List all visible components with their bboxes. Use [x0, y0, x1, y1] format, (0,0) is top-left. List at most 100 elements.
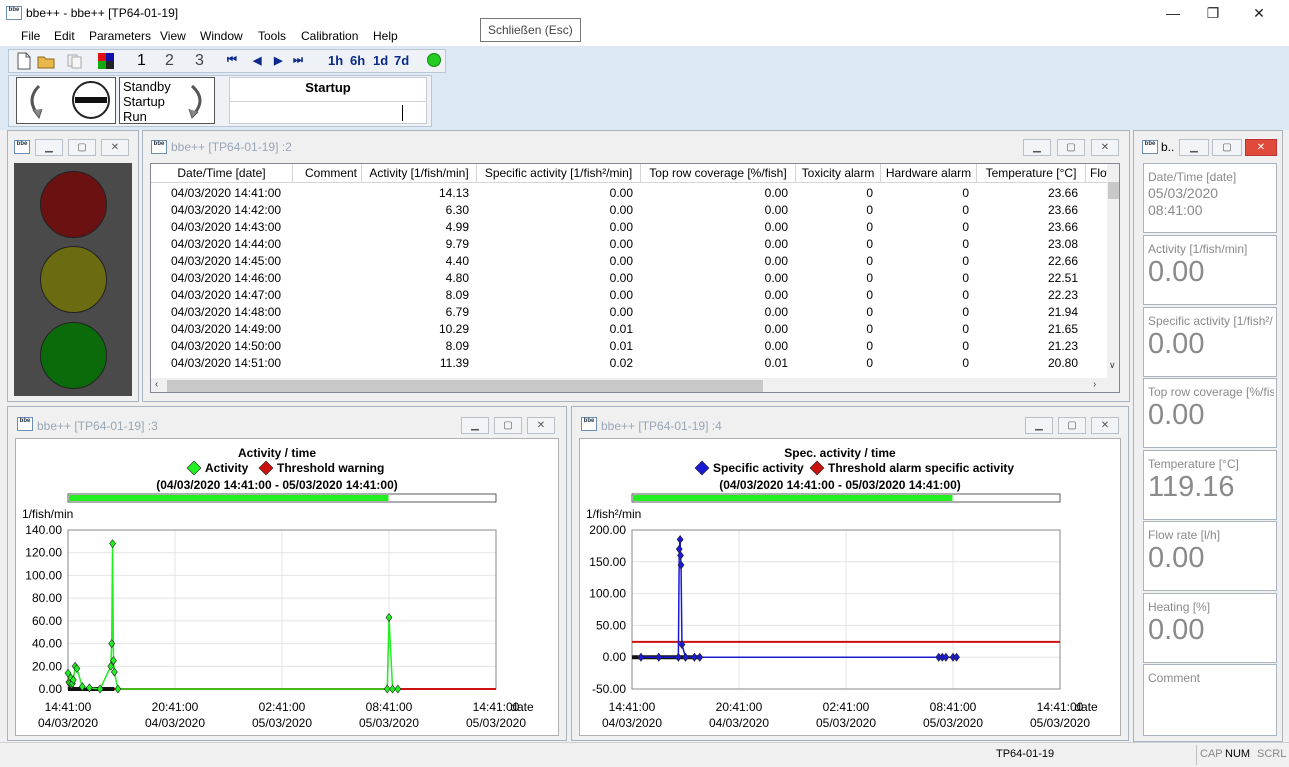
legend-label: Activity	[205, 461, 249, 475]
close-button[interactable]: ✕	[1091, 139, 1119, 156]
scroll-left-icon[interactable]: ‹	[155, 379, 158, 390]
close-button[interactable]: ✕	[101, 139, 129, 156]
horizontal-scroll-thumb[interactable]	[167, 380, 763, 392]
date-range-label: (04/03/2020 14:41:00 - 05/03/2020 14:41:…	[719, 478, 961, 492]
table-cell: 0	[962, 203, 969, 217]
column-header[interactable]: Date/Time [date]	[151, 164, 293, 183]
range-1d-button[interactable]: 1d	[373, 53, 388, 68]
restore-button[interactable]: ▢	[1058, 417, 1086, 434]
menu-window[interactable]: Window	[200, 29, 243, 43]
restore-button[interactable]: ▢	[494, 417, 522, 434]
activity-chart-panel[interactable]: Activity / time Activity Threshold warning…	[15, 438, 559, 736]
restore-button[interactable]: ▢	[68, 139, 96, 156]
last-button[interactable]: ⏭	[293, 54, 303, 67]
range-6h-button[interactable]: 6h	[350, 53, 365, 68]
x-tick-date: 04/03/2020	[709, 716, 769, 730]
table-cell	[293, 253, 354, 270]
y-tick-label: 200.00	[589, 523, 626, 537]
open-folder-icon[interactable]	[37, 53, 55, 69]
menu-edit[interactable]: Edit	[54, 29, 75, 43]
new-file-icon[interactable]	[16, 52, 32, 70]
table-cell: 0.01	[609, 322, 633, 336]
close-button[interactable]: ✕	[1091, 417, 1119, 434]
y-tick-label: 150.00	[589, 555, 626, 569]
column-header[interactable]: Comment	[293, 164, 362, 183]
color-palette-icon[interactable]	[97, 52, 115, 70]
column-header[interactable]: Top row coverage [%/fish]	[641, 164, 796, 183]
close-button[interactable]: ✕	[1245, 139, 1277, 156]
vertical-scroll-thumb[interactable]	[1108, 182, 1119, 199]
menu-parameters[interactable]: Parameters	[89, 29, 151, 43]
rotate-arrow-icon	[188, 84, 202, 119]
data-point	[942, 652, 950, 662]
window-icon: bbe	[17, 417, 33, 431]
view-3-button[interactable]: 3	[195, 52, 204, 70]
y-tick-label: 20.00	[32, 659, 62, 673]
data-point	[676, 535, 684, 545]
restore-button[interactable]: ▢	[1212, 139, 1242, 156]
table-cell: 4.80	[445, 271, 469, 285]
minimize-button[interactable]: ▁	[461, 417, 489, 434]
legend-marker	[186, 460, 202, 476]
copy-icon[interactable]	[66, 53, 84, 69]
field-datetime: Date/Time [date] 05/03/2020 08:41:00	[1143, 163, 1277, 233]
menu-calibration[interactable]: Calibration	[301, 29, 358, 43]
legend-marker	[694, 460, 710, 476]
restore-button[interactable]: ▢	[1057, 139, 1085, 156]
table-cell: 0	[962, 254, 969, 268]
minimize-button[interactable]: ▁	[1023, 139, 1051, 156]
range-7d-button[interactable]: 7d	[394, 53, 409, 68]
maximize-button[interactable]: ❐	[1190, 0, 1236, 26]
x-tick-date: 04/03/2020	[38, 716, 98, 730]
table-cell: 0.00	[764, 237, 788, 251]
table-cell: 0	[866, 220, 873, 234]
column-header[interactable]: Hardware alarm	[881, 164, 977, 183]
spec-activity-chart-panel[interactable]: Spec. activity / time Specific activity Th…	[579, 438, 1121, 736]
column-header[interactable]: Temperature [°C]	[977, 164, 1086, 183]
menu-file[interactable]: File	[21, 29, 40, 43]
y-axis-label: 1/fish²/min	[586, 507, 641, 521]
connection-status-indicator	[427, 53, 441, 67]
close-button[interactable]: ✕	[527, 417, 555, 434]
data-point	[655, 652, 663, 662]
field-value: 119.16	[1148, 471, 1235, 503]
y-tick-label: 40.00	[32, 637, 62, 651]
table-cell: 0	[962, 356, 969, 370]
next-button[interactable]: ▶	[274, 54, 282, 67]
date-range-label: (04/03/2020 14:41:00 - 05/03/2020 14:41:…	[156, 478, 398, 492]
scroll-down-icon[interactable]: ∨	[1109, 360, 1116, 371]
view-2-button[interactable]: 2	[165, 52, 174, 70]
window-title: bbe++ [TP64-01-19] :4	[601, 419, 722, 433]
column-header[interactable]: Activity [1/fish/min]	[362, 164, 477, 183]
vertical-scrollbar[interactable]: ∨	[1107, 164, 1119, 378]
horizontal-scrollbar[interactable]: ‹ ›	[151, 378, 1119, 392]
x-tick-date: 05/03/2020	[252, 716, 312, 730]
close-button[interactable]: ✕	[1236, 0, 1282, 26]
field-value-date: 05/03/2020	[1148, 185, 1219, 201]
menu-help[interactable]: Help	[373, 29, 398, 43]
menu-tools[interactable]: Tools	[258, 29, 286, 43]
cell-datetime: 04/03/2020 14:44:00	[171, 237, 282, 251]
table-cell: 0.00	[764, 186, 788, 200]
data-grid[interactable]: Date/Time [date] Comment Activity [1/fish/…	[150, 163, 1120, 393]
minimize-button[interactable]: ▁	[1025, 417, 1053, 434]
range-1h-button[interactable]: 1h	[328, 53, 343, 68]
field-flow-rate: Flow rate [l/h] 0.00	[1143, 521, 1277, 591]
menu-view[interactable]: View	[160, 29, 186, 43]
table-cell: 0	[962, 288, 969, 302]
minimize-button[interactable]: ▁	[1179, 139, 1209, 156]
view-1-button[interactable]: 1	[137, 52, 146, 70]
table-cell	[293, 304, 354, 321]
table-cell: 0	[866, 186, 873, 200]
minimize-button[interactable]: ▁	[35, 139, 63, 156]
table-cell: 0	[962, 322, 969, 336]
y-tick-label: -50.00	[592, 682, 626, 696]
data-point	[674, 652, 682, 662]
mode-switch-panel[interactable]	[16, 77, 116, 124]
column-header[interactable]: Toxicity alarm	[796, 164, 881, 183]
previous-button[interactable]: ◀	[253, 54, 261, 67]
column-header[interactable]: Specific activity [1/fish²/min]	[477, 164, 641, 183]
first-button[interactable]: ⏮	[227, 54, 237, 67]
scroll-right-icon[interactable]: ›	[1093, 379, 1096, 390]
status-bar: TP64-01-19 CAP NUM SCRL	[0, 742, 1289, 767]
